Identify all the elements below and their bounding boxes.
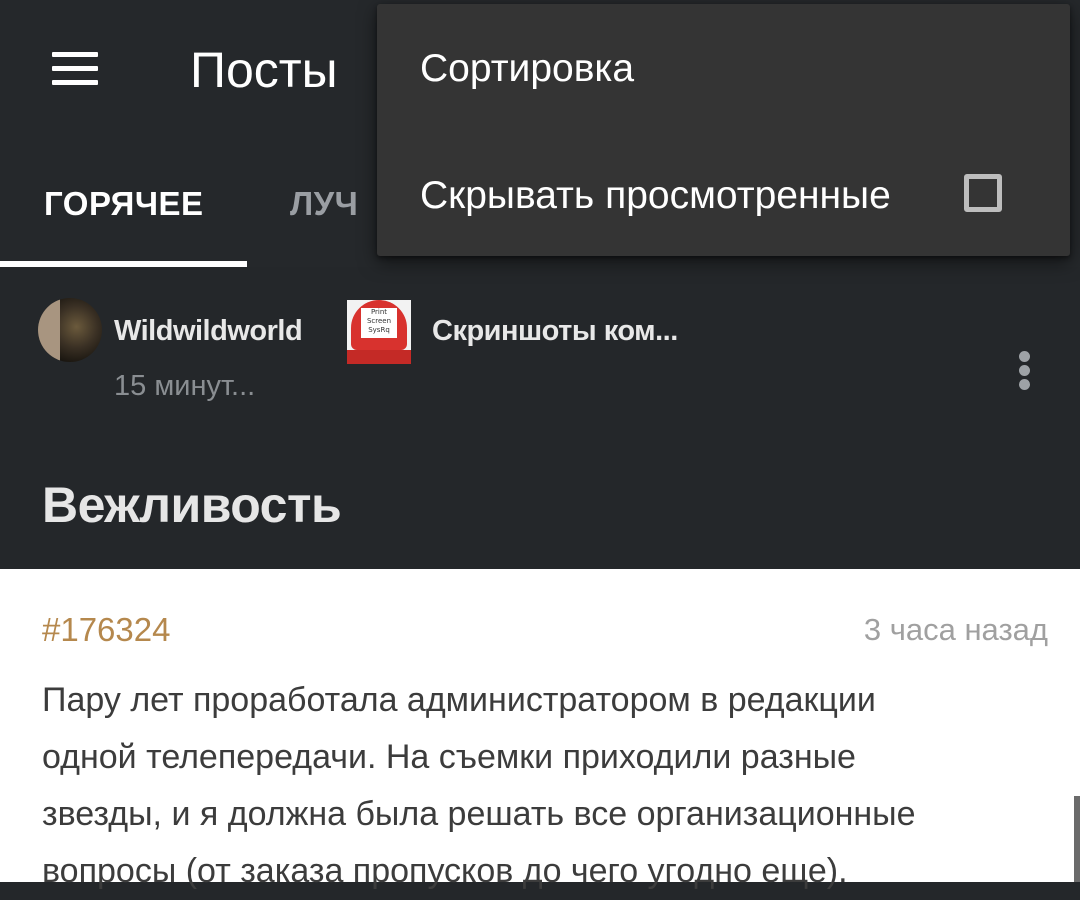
post-time: 15 минут... — [114, 370, 256, 402]
hide-viewed-checkbox[interactable] — [964, 174, 1002, 212]
author-name[interactable]: Wildwildworld — [114, 313, 303, 349]
menu-item-sort[interactable]: Сортировка — [377, 4, 1070, 130]
story-time: 3 часа назад — [863, 612, 1048, 647]
story-id: #176324 — [42, 611, 171, 648]
story-text: Пару лет проработала администратором в р… — [42, 672, 1052, 900]
post-title[interactable]: Вежливость — [42, 475, 342, 535]
author-avatar[interactable] — [38, 298, 102, 362]
menu-item-label: Скрывать просмотренные — [420, 174, 891, 217]
page-title: Посты — [190, 42, 338, 98]
story-line: Пару лет проработала администратором в р… — [42, 681, 876, 719]
story-line: звезды, и я должна была решать все орган… — [42, 795, 916, 833]
tab-best[interactable]: ЛУЧ — [290, 184, 358, 224]
menu-item-hide-viewed[interactable]: Скрывать просмотренные — [377, 130, 1070, 256]
community-name[interactable]: Скриншоты ком... — [432, 313, 678, 349]
hamburger-menu-icon[interactable] — [52, 52, 98, 86]
post-content: #176324 3 часа назад Пару лет проработал… — [0, 569, 1080, 890]
story-line: одной телепередачи. На съемки приходили … — [42, 738, 856, 776]
community-icon[interactable]: Print Screen SysRq — [347, 300, 411, 364]
overflow-menu: Сортировка Скрывать просмотренные — [377, 4, 1070, 256]
story-line: вопросы (от заказа пропусков до чего уго… — [42, 852, 848, 890]
community-icon-text: Print Screen SysRq — [361, 308, 397, 338]
more-vertical-icon[interactable] — [1014, 351, 1036, 391]
post-header: Wildwildworld 15 минут... Print Screen Sys… — [0, 267, 1080, 569]
tab-hot[interactable]: ГОРЯЧЕЕ — [44, 184, 204, 224]
menu-item-label: Сортировка — [420, 47, 635, 90]
scrollbar[interactable] — [1074, 796, 1080, 882]
